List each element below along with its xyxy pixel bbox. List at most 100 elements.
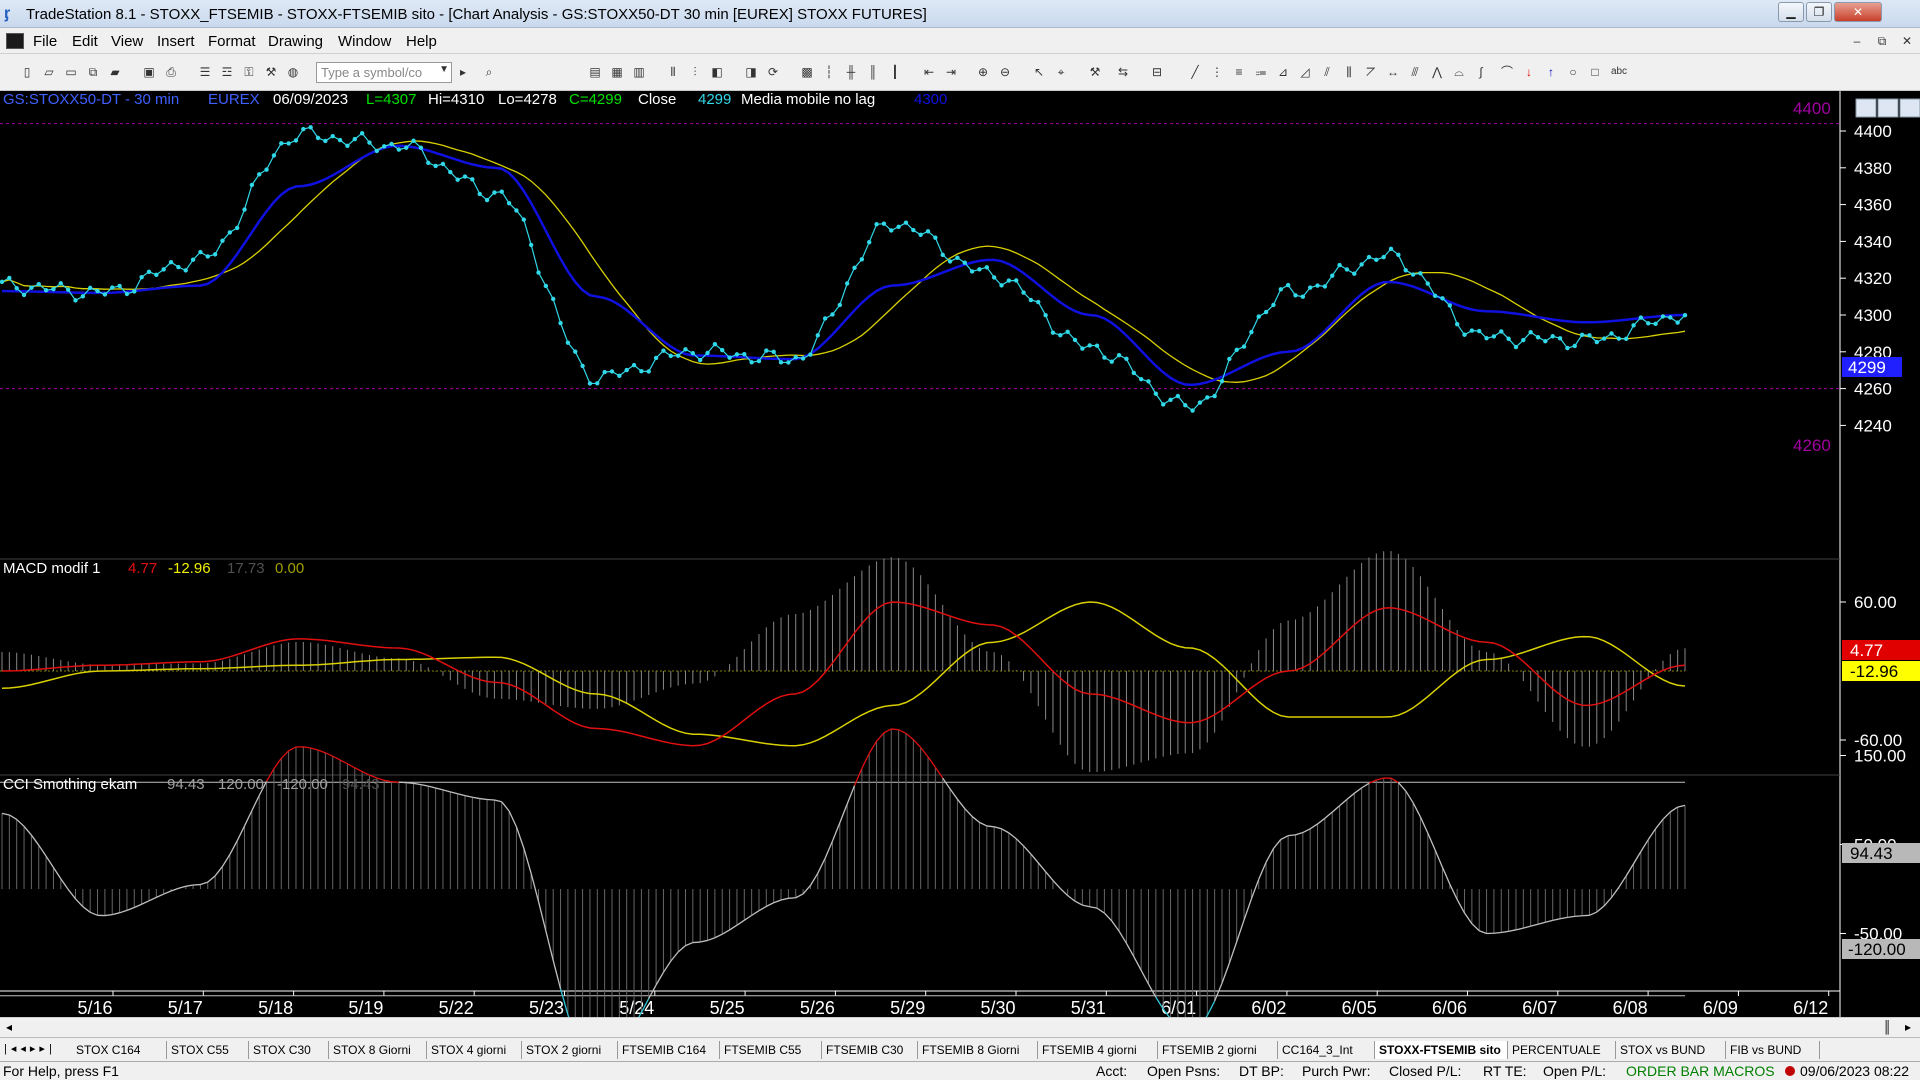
scroll-left-icon[interactable]: ⇤ [920,63,938,81]
maximize-button[interactable]: ❐ [1806,2,1832,22]
table-icon[interactable]: ▥ [630,63,648,81]
chart-window[interactable]: 4400 4380 4360 4340 4320 4300 4280 4260 4240 5/16… [0,91,1920,1017]
menu-view[interactable]: View [111,33,143,50]
tab-5[interactable]: STOX 2 giorni [522,1041,618,1059]
bars2-icon[interactable]: ║ [864,63,882,81]
snap-icon[interactable]: ⇆ [1114,63,1132,81]
tab-13[interactable]: STOXX-FTSEMIB sito [1375,1041,1508,1059]
horizontal-scrollbar[interactable]: ◂ ║ ▸ [0,1017,1920,1037]
tab-nav-arrows-icon[interactable]: |◂◂▸▸| [4,1042,56,1055]
analysis-icon[interactable]: ⚒ [262,63,280,81]
tab-3[interactable]: STOX 8 Giorni [329,1041,427,1059]
cycle-icon[interactable]: ⌓ [1450,63,1468,81]
tab-8[interactable]: FTSEMIB C30 [822,1041,918,1059]
play-arrow-icon[interactable]: ▸ [454,63,472,81]
vline-icon[interactable]: ⋮ [1208,63,1226,81]
new-window-icon[interactable]: ▭ [62,63,80,81]
speed-icon[interactable]: ⦢ [1362,63,1380,81]
strategy-icon[interactable]: ◧ [708,63,726,81]
menu-window[interactable]: Window [338,33,391,50]
tab-6[interactable]: FTSEMIB C164 [618,1041,720,1059]
tab-14[interactable]: PERCENTUALE [1508,1041,1616,1059]
curve-icon[interactable]: ⌒ [1498,63,1516,81]
tab-7[interactable]: FTSEMIB C55 [720,1041,822,1059]
mdi-minimize-button[interactable]: – [1845,32,1869,50]
tab-4[interactable]: STOX 4 giorni [427,1041,522,1059]
lock-icon[interactable]: ⚿ [240,63,258,81]
radar-icon[interactable]: ☲ [218,63,236,81]
tab-1[interactable]: STOX C55 [167,1041,249,1059]
tab-0[interactable]: STOX C164 [72,1041,167,1059]
tools-icon[interactable]: ⚒ [1086,63,1104,81]
chart-icon[interactable]: ☰ [196,63,214,81]
zoom-in-icon[interactable]: ⊕ [974,63,992,81]
text-icon[interactable]: abc [1610,63,1628,81]
refresh-icon[interactable]: ⟳ [764,63,782,81]
tab-15[interactable]: STOX vs BUND [1616,1041,1726,1059]
minimize-button[interactable]: ▁ [1778,2,1804,22]
open-file-icon[interactable]: ▱ [40,63,58,81]
chevron-down-icon[interactable]: ▼ [439,64,449,75]
pane-restore-button[interactable] [1877,98,1899,118]
interval-icon[interactable]: ┃ [886,63,904,81]
regression-icon[interactable]: ⫼ [1340,63,1358,81]
channel-icon[interactable]: ⫽ [1318,63,1336,81]
new-file-icon[interactable]: ▯ [18,63,36,81]
chart-window-icon[interactable] [6,33,24,49]
pitchfork-icon[interactable]: ⫻ [1406,63,1424,81]
window-icon[interactable]: ▤ [586,63,604,81]
fib-fan-icon[interactable]: ⊿ [1274,63,1292,81]
mdi-restore-button[interactable]: ⧉ [1870,32,1894,50]
andrews-icon[interactable]: ⋀ [1428,63,1446,81]
arrows-icon[interactable]: ↔ [1384,63,1402,81]
grid-icon[interactable]: ▦ [608,63,626,81]
arrow-down-icon[interactable]: ↓ [1520,63,1538,81]
save-icon[interactable]: ▣ [140,63,158,81]
status-macros[interactable]: ORDER BAR MACROS [1626,1063,1775,1079]
menu-insert[interactable]: Insert [157,33,195,50]
menu-edit[interactable]: Edit [72,33,98,50]
pane-close-button[interactable] [1899,98,1920,118]
print-icon[interactable]: ⎙ [162,63,180,81]
fib-arc-icon[interactable]: ◿ [1296,63,1314,81]
tab-9[interactable]: FTSEMIB 8 Giorni [918,1041,1038,1059]
copy-icon[interactable]: ⧉ [84,63,102,81]
ruler-icon[interactable]: ⊟ [1148,63,1166,81]
scroll-right-icon[interactable]: ⇥ [942,63,960,81]
menu-format[interactable]: Format [208,33,256,50]
pointer-icon[interactable]: ↖ [1030,63,1048,81]
ohlc-icon[interactable]: ╫ [842,63,860,81]
tab-10[interactable]: FTSEMIB 4 giorni [1038,1041,1158,1059]
format-icon[interactable]: ◨ [742,63,760,81]
gann-icon[interactable]: ⩴ [1252,63,1270,81]
trendline-icon[interactable]: ╱ [1186,63,1204,81]
scroll-right-arrow-icon[interactable]: ▸ [1905,1020,1911,1034]
tab-11[interactable]: FTSEMIB 2 giorni [1158,1041,1278,1059]
pane-minimize-button[interactable] [1855,98,1877,118]
open-folder-icon[interactable]: ▰ [106,63,124,81]
scroll-thumb-icon[interactable]: ║ [1883,1020,1892,1034]
menu-drawing[interactable]: Drawing [268,33,323,50]
symbol-input[interactable]: Type a symbol/co ▼ [316,62,452,83]
rectangle-icon[interactable]: □ [1586,63,1604,81]
chart-canvas[interactable]: 4400438043604340432043004280426042405/16… [0,91,1920,1017]
globe-icon[interactable]: ◍ [284,63,302,81]
crosshair-icon[interactable]: ⌖ [1052,63,1070,81]
zoom-out-icon[interactable]: ⊖ [996,63,1014,81]
hline-icon[interactable]: ≡ [1230,63,1248,81]
menu-file[interactable]: File [33,33,57,50]
tab-12[interactable]: CC164_3_Int [1278,1041,1375,1059]
close-button[interactable]: ✕ [1834,2,1882,22]
tab-16[interactable]: FIB vs BUND [1726,1041,1820,1059]
scroll-left-arrow-icon[interactable]: ◂ [6,1020,12,1034]
indicator-icon[interactable]: ⫶ [686,63,704,81]
menu-help[interactable]: Help [406,33,437,50]
ellipse-icon[interactable]: ○ [1564,63,1582,81]
arrow-up-icon[interactable]: ↑ [1542,63,1560,81]
mdi-close-button[interactable]: ✕ [1895,32,1919,50]
candle-icon[interactable]: ┆ [820,63,838,81]
tab-2[interactable]: STOX C30 [249,1041,329,1059]
data-icon[interactable]: ▩ [798,63,816,81]
lookup-icon[interactable]: ⌕ [480,63,498,81]
freehand-icon[interactable]: ∫ [1472,63,1490,81]
